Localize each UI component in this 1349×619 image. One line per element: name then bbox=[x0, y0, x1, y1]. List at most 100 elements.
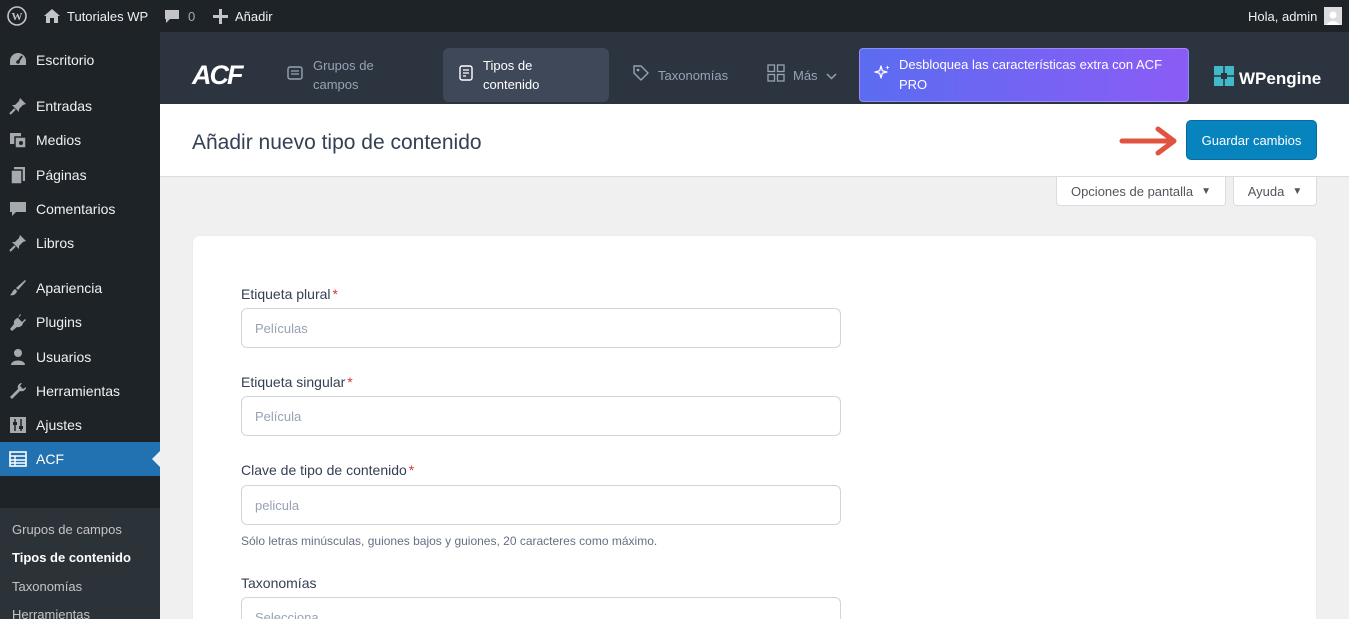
sidebar-item-label: Ajustes bbox=[36, 417, 82, 433]
tab-taxonomies[interactable]: Taxonomías bbox=[632, 48, 728, 102]
post-type-key-input[interactable]: pelicula bbox=[241, 485, 841, 525]
wordpress-logo-icon[interactable]: W bbox=[7, 0, 27, 32]
pages-icon bbox=[0, 165, 36, 185]
sidebar-item-plugins[interactable]: Plugins bbox=[0, 305, 160, 339]
grid-icon bbox=[767, 63, 785, 87]
save-changes-button[interactable]: Guardar cambios bbox=[1186, 120, 1317, 160]
tab-post-types-label: Tipos de contenido bbox=[483, 58, 540, 92]
post-type-key-help: Sólo letras minúsculas, guiones bajos y … bbox=[241, 534, 658, 548]
sidebar-item-comentarios[interactable]: Comentarios bbox=[0, 192, 160, 226]
chevron-down-icon bbox=[826, 66, 837, 85]
taxonomies-select[interactable]: Selecciona bbox=[241, 597, 841, 619]
required-mark: * bbox=[347, 374, 353, 390]
sidebar-item-herramientas[interactable]: Herramientas bbox=[0, 374, 160, 408]
singular-placeholder: Película bbox=[255, 408, 302, 424]
sidebar-item-label: Medios bbox=[36, 132, 82, 148]
wpengine-logo-text: WPengine bbox=[1239, 68, 1322, 88]
tab-field-groups-label: Grupos de campos bbox=[313, 58, 374, 92]
pin-icon bbox=[0, 96, 36, 116]
brush-icon bbox=[0, 278, 36, 298]
comments-link[interactable]: 0 bbox=[164, 0, 195, 32]
acf-submenu: Grupos de campos Tipos de contenido Taxo… bbox=[0, 508, 160, 619]
plural-label: Etiqueta plural * bbox=[241, 286, 338, 302]
plural-label-input[interactable]: Películas bbox=[241, 308, 841, 348]
home-icon bbox=[43, 8, 61, 24]
sidebar-item-apariencia[interactable]: Apariencia bbox=[0, 271, 160, 305]
avatar bbox=[1324, 7, 1343, 25]
tab-post-types[interactable]: Tipos de contenido bbox=[443, 48, 609, 102]
acf-pro-banner-text: Desbloquea las características extra con… bbox=[899, 57, 1163, 92]
screen-options-button[interactable]: Opciones de pantalla ▼ bbox=[1056, 177, 1226, 206]
sidebar-item-label: Plugins bbox=[36, 314, 82, 330]
sidebar-item-paginas[interactable]: Páginas bbox=[0, 158, 160, 192]
screen-options-label: Opciones de pantalla bbox=[1070, 183, 1194, 199]
taxonomies-placeholder: Selecciona bbox=[255, 609, 319, 619]
submenu-taxonomias[interactable]: Taxonomías bbox=[12, 579, 82, 594]
sidebar-item-medios[interactable]: Medios bbox=[0, 123, 160, 157]
help-button[interactable]: Ayuda ▼ bbox=[1233, 177, 1317, 206]
tab-more[interactable]: Más bbox=[767, 48, 837, 102]
caret-down-icon: ▼ bbox=[1201, 185, 1212, 197]
site-home-link[interactable]: Tutoriales WP bbox=[43, 0, 148, 32]
sidebar-item-label: Escritorio bbox=[36, 52, 95, 68]
page-title: Añadir nuevo tipo de contenido bbox=[192, 131, 482, 154]
user-icon bbox=[0, 347, 36, 367]
site-name: Tutoriales WP bbox=[67, 8, 149, 24]
wpengine-logo[interactable]: WPengine bbox=[1214, 66, 1321, 91]
sidebar-item-ajustes[interactable]: Ajustes bbox=[0, 408, 160, 442]
sidebar-item-acf[interactable]: ACF bbox=[0, 442, 160, 476]
post-type-key-label-text: Clave de tipo de contenido bbox=[241, 462, 407, 478]
help-label: Ayuda bbox=[1247, 183, 1285, 199]
post-type-key-label: Clave de tipo de contenido * bbox=[241, 462, 414, 478]
acf-logo[interactable]: ACF bbox=[192, 60, 243, 91]
submenu-grupos-de-campos[interactable]: Grupos de campos bbox=[12, 522, 122, 537]
caret-down-icon: ▼ bbox=[1292, 185, 1303, 197]
sidebar-item-label: Herramientas bbox=[36, 383, 121, 399]
sparkles-icon bbox=[874, 64, 899, 87]
settings-icon bbox=[0, 415, 36, 435]
comments-count: 0 bbox=[188, 8, 196, 24]
page-title-bar: Añadir nuevo tipo de contenido Guardar c… bbox=[160, 104, 1349, 177]
media-icon bbox=[0, 130, 36, 150]
required-mark: * bbox=[332, 286, 338, 302]
acf-header: ACF Grupos de campos Tipos de contenido … bbox=[160, 32, 1349, 104]
post-types-icon bbox=[459, 64, 473, 86]
plus-icon bbox=[213, 8, 228, 24]
taxonomies-label: Taxonomías bbox=[241, 575, 317, 591]
add-new-link[interactable]: Añadir bbox=[213, 0, 273, 32]
tab-field-groups[interactable]: Grupos de campos bbox=[287, 48, 411, 102]
acf-pro-upgrade-banner[interactable]: Desbloquea las características extra con… bbox=[859, 48, 1189, 102]
singular-label-input[interactable]: Película bbox=[241, 396, 841, 436]
comment-icon bbox=[164, 8, 180, 24]
my-account-link[interactable]: Hola, admin bbox=[1248, 0, 1343, 32]
required-mark: * bbox=[408, 462, 415, 478]
field-groups-icon bbox=[287, 65, 303, 86]
sidebar-item-label: Libros bbox=[36, 235, 75, 251]
comment-icon bbox=[0, 199, 36, 219]
submenu-herramientas[interactable]: Herramientas bbox=[12, 607, 90, 619]
wrench-icon bbox=[0, 381, 36, 401]
tab-more-label: Más bbox=[793, 67, 818, 83]
plugin-icon bbox=[0, 312, 36, 332]
post-type-key-placeholder: pelicula bbox=[255, 497, 300, 513]
post-type-settings-card: Etiqueta plural * Películas Etiqueta sing… bbox=[192, 235, 1317, 619]
tag-icon bbox=[632, 64, 650, 87]
greeting-text: Hola, admin bbox=[1248, 8, 1318, 24]
acf-logo-text: ACF bbox=[192, 60, 243, 90]
sidebar-item-libros[interactable]: Libros bbox=[0, 226, 160, 260]
table-icon bbox=[0, 449, 36, 469]
singular-label-text: Etiqueta singular bbox=[241, 374, 346, 390]
sidebar-item-label: Entradas bbox=[36, 98, 93, 114]
sidebar-item-label: ACF bbox=[36, 451, 64, 467]
add-new-label: Añadir bbox=[235, 8, 273, 24]
admin-bar: W Tutoriales WP 0 Añadir Hola, admin bbox=[0, 0, 1349, 32]
sidebar-item-entradas[interactable]: Entradas bbox=[0, 89, 160, 123]
plural-label-text: Etiqueta plural bbox=[241, 286, 331, 302]
sidebar-item-usuarios[interactable]: Usuarios bbox=[0, 340, 160, 374]
svg-text:W: W bbox=[12, 11, 23, 23]
pin-icon bbox=[0, 233, 36, 253]
arrow-right-icon bbox=[1118, 125, 1182, 162]
sidebar-item-escritorio[interactable]: Escritorio bbox=[0, 43, 160, 77]
submenu-tipos-de-contenido[interactable]: Tipos de contenido bbox=[12, 550, 131, 565]
wpengine-mark-icon bbox=[1214, 66, 1234, 91]
